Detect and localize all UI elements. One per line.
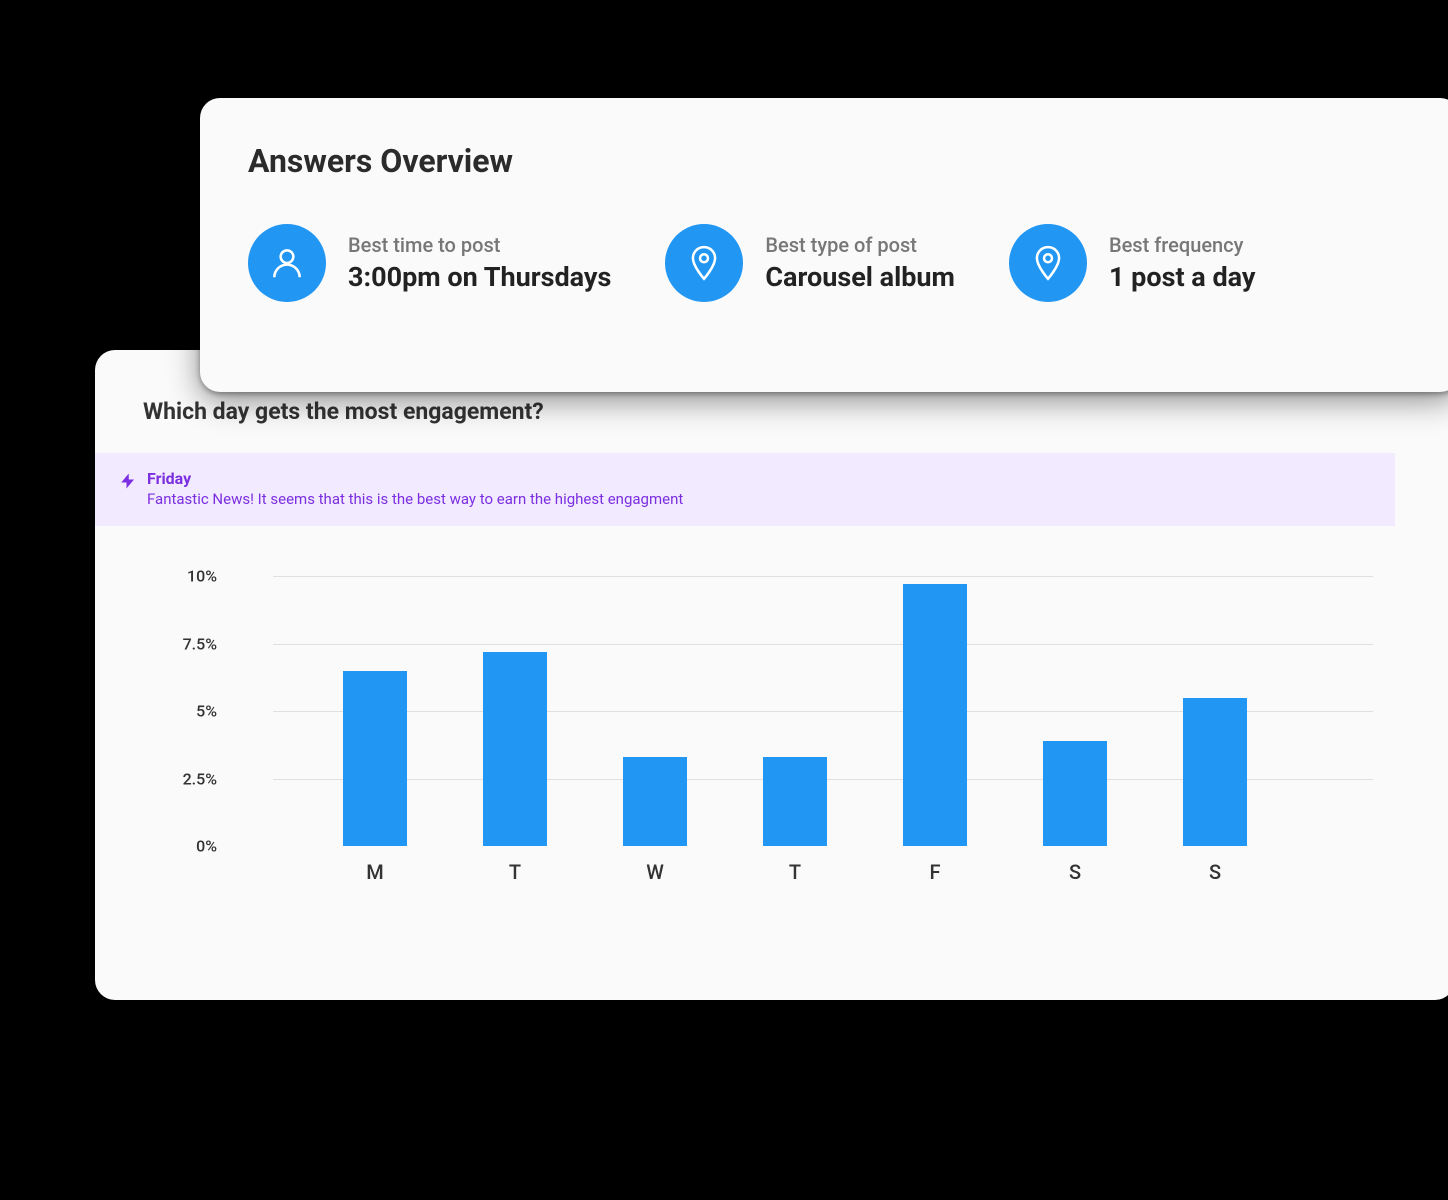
answers-overview-card: Answers Overview Best time to post 3:00pm… <box>200 98 1448 392</box>
x-label: W <box>646 860 664 884</box>
pin-icon <box>1009 224 1087 302</box>
stat-label: Best time to post <box>348 233 611 257</box>
x-label: F <box>929 860 940 884</box>
chart-area: 0%2.5%5%7.5%10% MTWTFSS <box>155 576 1448 916</box>
overview-title: Answers Overview <box>248 142 1412 180</box>
x-label: S <box>1209 860 1221 884</box>
highlight-banner: Friday Fantastic News! It seems that thi… <box>95 453 1395 526</box>
bar <box>903 584 967 846</box>
x-label: T <box>509 860 521 884</box>
highlight-description: Fantastic News! It seems that this is th… <box>147 490 683 508</box>
stat-item: Best time to post 3:00pm on Thursdays <box>248 224 611 302</box>
bar <box>1183 698 1247 847</box>
stat-text: Best frequency 1 post a day <box>1109 233 1256 293</box>
bar <box>483 652 547 846</box>
engagement-chart-card: Which day gets the most engagement? Frid… <box>95 350 1448 1000</box>
y-tick: 5% <box>196 702 217 721</box>
chart-title: Which day gets the most engagement? <box>143 398 1448 425</box>
stat-value: 1 post a day <box>1109 261 1256 293</box>
gridline <box>273 644 1373 645</box>
stat-label: Best type of post <box>765 233 955 257</box>
stats-row: Best time to post3:00pm on ThursdaysBest… <box>248 224 1412 302</box>
stat-value: 3:00pm on Thursdays <box>348 261 611 293</box>
x-axis: MTWTFSS <box>273 860 1373 890</box>
stat-item: Best frequency 1 post a day <box>1009 224 1256 302</box>
bolt-icon <box>119 471 137 495</box>
stat-text: Best type of post Carousel album <box>765 233 955 293</box>
y-tick: 7.5% <box>183 634 217 653</box>
bar <box>763 757 827 846</box>
highlight-day: Friday <box>147 469 683 488</box>
bar <box>343 671 407 847</box>
stat-label: Best frequency <box>1109 233 1256 257</box>
y-tick: 10% <box>187 567 217 586</box>
person-icon <box>248 224 326 302</box>
x-label: M <box>366 860 384 884</box>
y-axis: 0%2.5%5%7.5%10% <box>155 576 245 846</box>
bar <box>623 757 687 846</box>
bar <box>1043 741 1107 846</box>
stat-text: Best time to post 3:00pm on Thursdays <box>348 233 611 293</box>
chart-plot <box>273 576 1373 846</box>
stat-item: Best type of post Carousel album <box>665 224 955 302</box>
x-label: S <box>1069 860 1081 884</box>
stat-value: Carousel album <box>765 261 955 293</box>
y-tick: 0% <box>196 837 217 856</box>
y-tick: 2.5% <box>183 769 217 788</box>
highlight-text: Friday Fantastic News! It seems that thi… <box>147 469 683 508</box>
gridline <box>273 576 1373 577</box>
pin-icon <box>665 224 743 302</box>
x-label: T <box>789 860 801 884</box>
